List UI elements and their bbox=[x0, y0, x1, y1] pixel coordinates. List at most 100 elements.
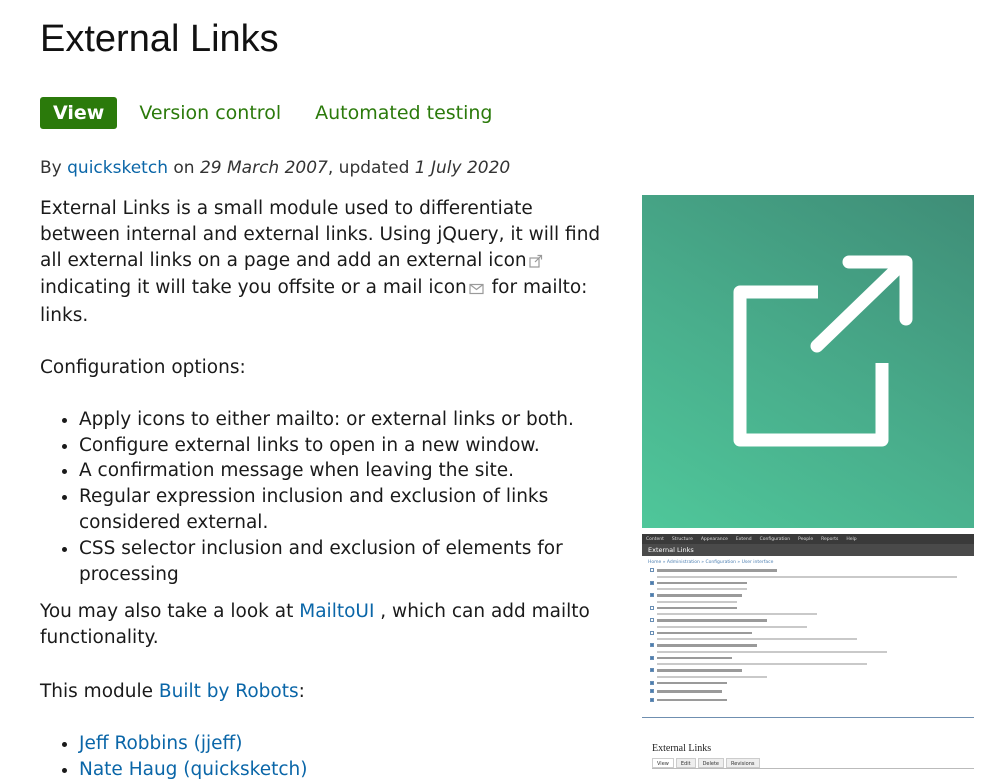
toolbar-item: Extend bbox=[735, 536, 752, 542]
maintainer-link-jjeff[interactable]: Jeff Robbins (jjeff) bbox=[79, 733, 243, 754]
row-text bbox=[657, 698, 727, 701]
row-description bbox=[657, 650, 887, 653]
config-heading: Configuration options: bbox=[40, 356, 246, 378]
byline-prefix: By bbox=[40, 158, 62, 178]
checkbox bbox=[650, 655, 654, 660]
row-text bbox=[657, 656, 732, 659]
screenshot-tab: Revisions bbox=[726, 758, 760, 768]
screenshot-breadcrumb: Home » Administration » Configuration » … bbox=[648, 560, 774, 565]
toolbar-item: Reports bbox=[821, 536, 839, 542]
list-item: Configure external links to open in a ne… bbox=[79, 433, 615, 459]
settings-row bbox=[642, 680, 974, 689]
toolbar-item: Structure bbox=[671, 536, 693, 542]
built-by-robots-link[interactable]: Built by Robots bbox=[159, 681, 299, 702]
byline: By quicksketch on 29 March 2007, updated… bbox=[40, 158, 510, 178]
row-text bbox=[657, 681, 727, 684]
list-item: Apply icons to either mailto: or externa… bbox=[79, 407, 615, 433]
row-text bbox=[657, 594, 742, 597]
checkbox bbox=[650, 689, 654, 693]
page-title: External Links bbox=[40, 18, 279, 60]
config-options-list: Apply icons to either mailto: or externa… bbox=[40, 407, 615, 588]
settings-row bbox=[642, 642, 974, 651]
tab-version-control[interactable]: Version control bbox=[139, 97, 281, 129]
list-item: Regular expression inclusion and exclusi… bbox=[79, 484, 615, 536]
toolbar-item: Configuration bbox=[759, 536, 791, 542]
robots-paragraph: This module Built by Robots: bbox=[40, 679, 615, 705]
project-logo bbox=[642, 195, 974, 528]
maintainer-link-quicksketch[interactable]: Nate Haug (quicksketch) bbox=[79, 759, 307, 780]
checkbox bbox=[650, 618, 654, 622]
project-description: External Links is a small module used to… bbox=[40, 196, 615, 782]
row-text bbox=[657, 606, 737, 609]
row-text bbox=[657, 690, 722, 693]
checkbox bbox=[650, 580, 654, 585]
toolbar-item: Appearance bbox=[700, 536, 728, 542]
row-text bbox=[657, 569, 777, 572]
toolbar-item: People bbox=[798, 536, 814, 542]
author-link[interactable]: quicksketch bbox=[67, 158, 168, 178]
screenshot-title: External Links bbox=[652, 743, 712, 754]
checkbox bbox=[650, 605, 654, 610]
mailtoui-link[interactable]: MailtoUI bbox=[299, 601, 374, 622]
checkbox bbox=[650, 568, 654, 572]
settings-row bbox=[642, 592, 974, 601]
external-link-icon bbox=[529, 250, 543, 276]
settings-row bbox=[642, 655, 974, 664]
created-date: 29 March 2007 bbox=[199, 158, 328, 178]
list-item: A confirmation message when leaving the … bbox=[79, 458, 615, 484]
settings-row bbox=[642, 567, 974, 576]
list-item: Jeff Robbins (jjeff) bbox=[79, 731, 615, 757]
mail-icon bbox=[469, 277, 484, 303]
row-text bbox=[657, 581, 747, 584]
checkbox bbox=[650, 593, 654, 597]
row-description bbox=[657, 663, 867, 665]
row-description bbox=[657, 588, 747, 590]
settings-row bbox=[642, 697, 974, 706]
settings-row bbox=[642, 667, 974, 676]
mailtoui-prefix: You may also take a look at bbox=[40, 601, 294, 623]
settings-row bbox=[642, 617, 974, 626]
tab-automated-testing[interactable]: Automated testing bbox=[315, 97, 492, 129]
row-description bbox=[657, 638, 857, 640]
robots-suffix: : bbox=[298, 680, 305, 702]
intro-text-1: External Links is a small module used to… bbox=[40, 198, 601, 271]
settings-row bbox=[642, 630, 974, 639]
checkbox bbox=[650, 643, 654, 647]
toolbar-item: Help bbox=[846, 536, 857, 542]
byline-on: on bbox=[173, 158, 195, 178]
screenshot-tab: Delete bbox=[697, 758, 724, 768]
toolbar-item: Content bbox=[646, 536, 664, 542]
screenshot-tab: Edit bbox=[675, 758, 696, 768]
row-description bbox=[657, 575, 957, 578]
settings-screenshot[interactable]: Content Structure Appearance Extend Conf… bbox=[642, 534, 974, 718]
tab-view[interactable]: View bbox=[40, 97, 118, 129]
screenshot-toolbar: Content Structure Appearance Extend Conf… bbox=[642, 534, 974, 544]
row-text bbox=[657, 631, 752, 634]
list-item: CSS selector inclusion and exclusion of … bbox=[79, 536, 615, 588]
maintainers-list: Jeff Robbins (jjeff) Nate Haug (quickske… bbox=[40, 731, 615, 782]
checkbox bbox=[650, 630, 654, 635]
row-text bbox=[657, 619, 767, 622]
robots-prefix: This module bbox=[40, 680, 154, 702]
mailtoui-paragraph: You may also take a look at MailtoUI , w… bbox=[40, 599, 615, 651]
tabs-nav: View Version control Automated testing bbox=[40, 97, 526, 129]
row-text bbox=[657, 644, 757, 647]
screenshot-title: External Links bbox=[642, 544, 974, 556]
intro-text-2: indicating it will take you offsite or a… bbox=[40, 277, 467, 299]
screenshot-tab: View bbox=[652, 758, 674, 768]
byline-updated-prefix: , updated bbox=[327, 158, 410, 178]
settings-row bbox=[642, 605, 974, 614]
intro-paragraph: External Links is a small module used to… bbox=[40, 196, 615, 329]
checkbox bbox=[650, 668, 654, 672]
updated-date: 1 July 2020 bbox=[414, 158, 511, 178]
row-description bbox=[657, 600, 737, 603]
node-screenshot[interactable]: External Links View Edit Delete Revision… bbox=[642, 735, 974, 771]
row-description bbox=[657, 675, 767, 678]
checkbox bbox=[650, 680, 654, 685]
external-link-icon bbox=[733, 255, 913, 447]
checkbox bbox=[650, 697, 654, 702]
row-description bbox=[657, 625, 807, 628]
screenshot-tabs: View Edit Delete Revisions bbox=[652, 758, 974, 769]
row-description bbox=[657, 613, 817, 615]
settings-row bbox=[642, 580, 974, 589]
